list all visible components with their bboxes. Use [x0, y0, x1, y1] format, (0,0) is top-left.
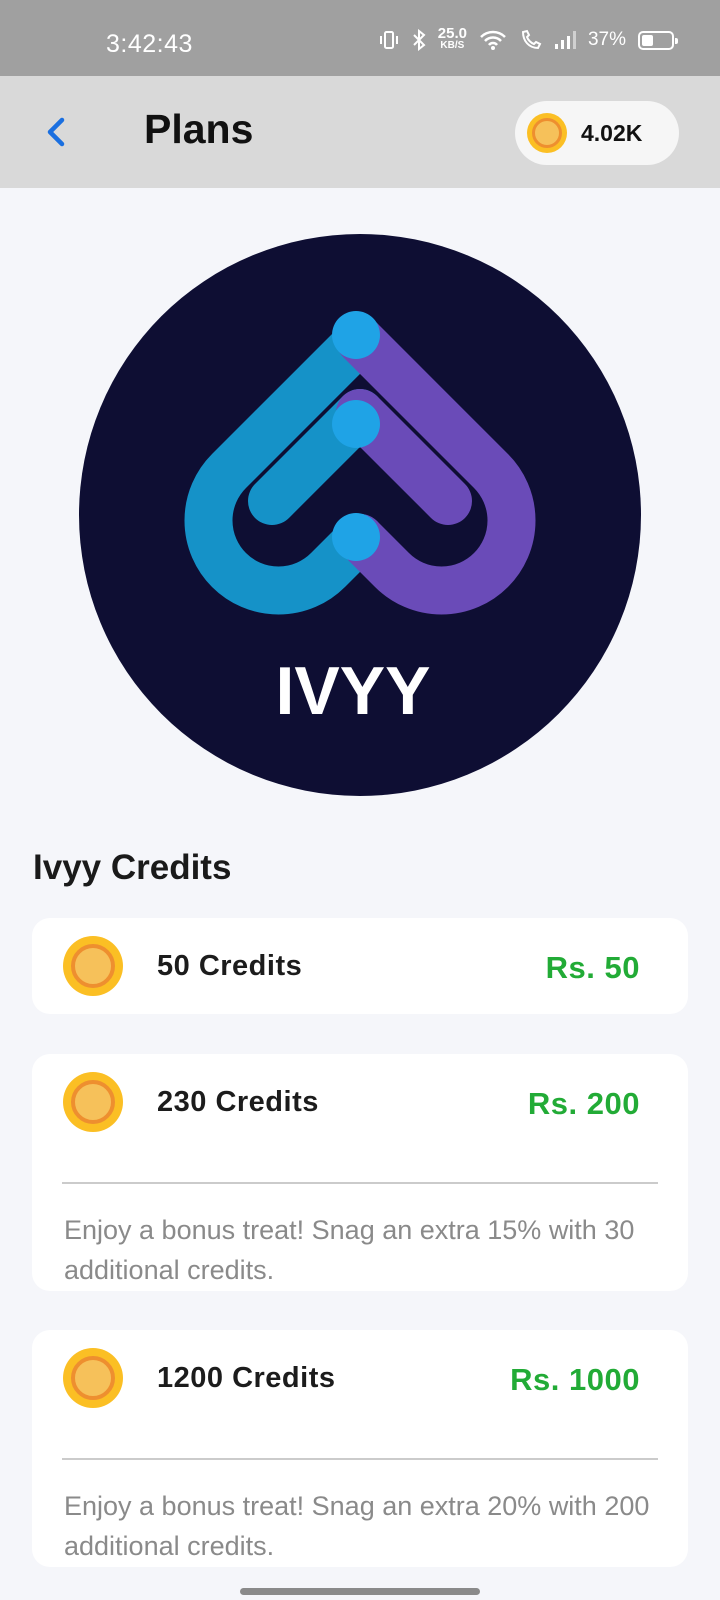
plan-name: 50 Credits	[157, 950, 303, 982]
plan-description: Enjoy a bonus treat! Snag an extra 15% w…	[64, 1215, 635, 1285]
plan-description: Enjoy a bonus treat! Snag an extra 20% w…	[64, 1491, 650, 1561]
coin-icon	[63, 1348, 123, 1408]
coin-balance: 4.02K	[581, 119, 643, 146]
divider	[62, 1182, 658, 1184]
chevron-left-icon	[47, 117, 65, 147]
battery-percent: 37%	[587, 29, 626, 50]
status-time: 3:42:43	[106, 30, 193, 58]
plan-card[interactable]: 50 Credits Rs. 50	[32, 918, 688, 1014]
plan-price: Rs. 200	[527, 1086, 640, 1121]
network-speed: 25.0 KB/S	[437, 25, 467, 51]
plan-row: 230 Credits Rs. 200	[32, 1054, 688, 1150]
page-title: Plans	[144, 106, 254, 152]
app-header: Plans 4.02K	[0, 76, 720, 188]
plan-card[interactable]: 230 Credits Rs. 200 Enjoy a bonus treat!…	[32, 1054, 688, 1291]
coin-icon	[527, 113, 567, 153]
coin-icon	[63, 936, 123, 996]
signal-icon	[554, 31, 576, 49]
section-title: Ivyy Credits	[33, 848, 232, 887]
plan-row: 50 Credits Rs. 50	[32, 918, 688, 1014]
logo-text: IVYY	[276, 653, 431, 729]
wifi-call-icon	[521, 29, 542, 50]
plan-card[interactable]: 1200 Credits Rs. 1000 Enjoy a bonus trea…	[32, 1330, 688, 1567]
back-button[interactable]	[36, 106, 76, 156]
coin-icon	[63, 1072, 123, 1132]
status-bar: 3:42:43 25.0 KB/S 37%	[0, 0, 720, 76]
logo-graphic: IVYY	[79, 234, 641, 796]
plan-name: 1200 Credits	[157, 1362, 336, 1394]
plan-row: 1200 Credits Rs. 1000	[32, 1330, 688, 1426]
ivyy-logo: IVYY	[79, 234, 641, 796]
divider	[62, 1458, 658, 1460]
coin-balance-pill[interactable]: 4.02K	[515, 101, 679, 165]
battery-icon	[638, 30, 678, 50]
plan-price: Rs. 50	[545, 950, 640, 985]
plan-price: Rs. 1000	[510, 1362, 640, 1397]
plan-name: 230 Credits	[157, 1086, 319, 1118]
wifi-icon	[480, 30, 506, 50]
home-indicator[interactable]	[240, 1588, 480, 1595]
vibrate-icon	[379, 31, 398, 49]
status-icons: 25.0 KB/S 37%	[378, 25, 678, 52]
bluetooth-icon	[413, 29, 426, 51]
